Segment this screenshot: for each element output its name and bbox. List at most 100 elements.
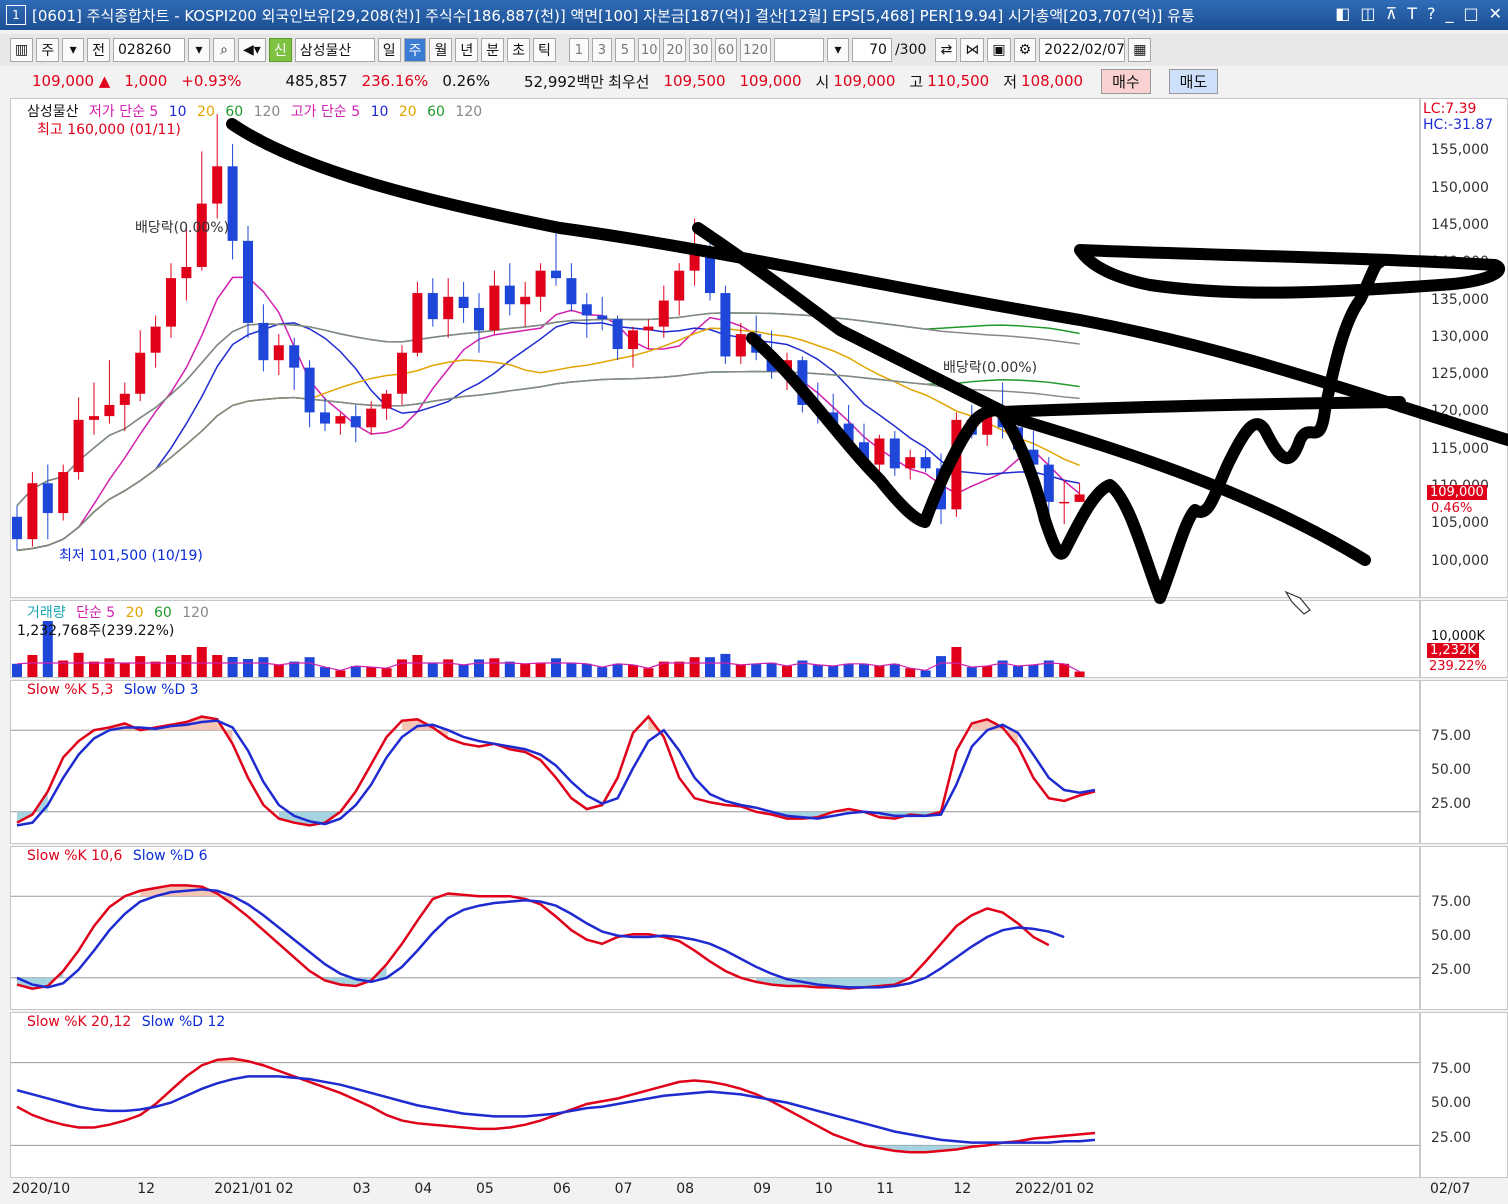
buy-button[interactable]: 매수 bbox=[1101, 68, 1151, 94]
interval-year[interactable]: 년 bbox=[455, 38, 479, 62]
unit-5[interactable]: 5 bbox=[614, 38, 635, 62]
period-dropdown-icon[interactable]: ▾ bbox=[62, 38, 85, 62]
volume-bar bbox=[705, 657, 715, 677]
interval-tick[interactable]: 틱 bbox=[533, 38, 556, 62]
volume-bar bbox=[381, 668, 392, 677]
unit-20[interactable]: 20 bbox=[663, 38, 687, 62]
x-axis-current-date: 02/07 bbox=[1430, 1181, 1471, 1197]
custom-unit-input[interactable] bbox=[773, 38, 824, 62]
interval-month[interactable]: 월 bbox=[429, 38, 453, 62]
volume-bar bbox=[135, 656, 146, 677]
sell-button[interactable]: 매도 bbox=[1168, 68, 1219, 94]
candle-body bbox=[720, 293, 731, 357]
text-icon[interactable]: T bbox=[1407, 4, 1417, 23]
candle-body bbox=[905, 457, 916, 469]
stoch1-k-label: Slow %K 5,3 bbox=[27, 682, 114, 698]
date-input[interactable]: 2022/02/07 bbox=[1039, 38, 1126, 62]
candle-body bbox=[566, 278, 577, 305]
interval-week[interactable]: 주 bbox=[403, 38, 427, 62]
price-legend: 삼성물산 저가 단순 5 10 20 60 120 고가 단순 5 10 20 … bbox=[27, 101, 488, 121]
legend-high-120: 120 bbox=[455, 104, 483, 120]
current-price: 109,000 ▲ bbox=[32, 72, 111, 90]
candle-body bbox=[982, 412, 993, 435]
sound-icon[interactable]: ◀▾ bbox=[238, 38, 266, 62]
x-tick-label: 2020/10 bbox=[12, 1181, 71, 1197]
unit-60[interactable]: 60 bbox=[714, 38, 738, 62]
interval-day[interactable]: 일 bbox=[377, 38, 401, 62]
unit-30[interactable]: 30 bbox=[689, 38, 712, 62]
candle-body bbox=[427, 293, 438, 320]
volume-bar bbox=[720, 653, 731, 677]
help-icon[interactable]: ? bbox=[1427, 4, 1436, 23]
unit-1[interactable]: 1 bbox=[568, 38, 589, 62]
candle-body bbox=[350, 416, 361, 428]
price-panel[interactable]: 삼성물산 저가 단순 5 10 20 60 120 고가 단순 5 10 20 … bbox=[10, 98, 1420, 598]
stoch-tick-label: 50.00 bbox=[1431, 762, 1472, 778]
turnover: 0.26% bbox=[442, 72, 490, 90]
stoch3-legend: Slow %K 20,12 Slow %D 12 bbox=[27, 1014, 231, 1030]
stoch3-d-label: Slow %D 12 bbox=[141, 1014, 226, 1030]
unit-10[interactable]: 10 bbox=[637, 38, 661, 62]
title-bar: 1 [0601] 주식종합차트 - KOSPI200 외국인보유[29,208(… bbox=[0, 0, 1508, 30]
x-tick-label: 12 bbox=[137, 1181, 156, 1197]
candle-body bbox=[828, 412, 839, 424]
close-button[interactable]: ✕ bbox=[1489, 4, 1502, 23]
volume-bar bbox=[427, 662, 438, 677]
candle-body bbox=[966, 419, 977, 435]
stoch1-d-label: Slow %D 3 bbox=[123, 682, 199, 698]
legend-high-10: 10 bbox=[370, 104, 389, 120]
calendar-icon[interactable]: ▦ bbox=[1128, 38, 1152, 62]
candle-body bbox=[320, 412, 330, 424]
volume-bar bbox=[119, 662, 130, 677]
high-ma120-line bbox=[16, 312, 1080, 507]
candle-body bbox=[381, 393, 392, 409]
volume-bar bbox=[273, 664, 284, 677]
search-icon[interactable]: ⌕ bbox=[213, 38, 236, 62]
interval-minute[interactable]: 분 bbox=[481, 38, 505, 62]
legend-low-20: 20 bbox=[197, 104, 215, 120]
volume-bar bbox=[397, 659, 407, 677]
volume-bar bbox=[27, 655, 38, 677]
stoch1-panel[interactable]: Slow %K 5,3 Slow %D 3 bbox=[10, 680, 1420, 844]
volume-bar bbox=[504, 661, 515, 677]
volume-bar bbox=[812, 664, 823, 677]
volume-bar bbox=[535, 662, 546, 677]
unit-120[interactable]: 120 bbox=[740, 38, 771, 62]
candle-body bbox=[489, 285, 500, 331]
gear-icon[interactable]: ⚙ bbox=[1013, 38, 1037, 62]
compare-icon[interactable]: ⇄ bbox=[935, 38, 958, 62]
prev-button[interactable]: 전 bbox=[87, 38, 111, 62]
candle-body bbox=[751, 334, 762, 353]
interval-second[interactable]: 초 bbox=[507, 38, 531, 62]
layout-icon[interactable]: ◧ bbox=[1335, 4, 1350, 23]
stoch-tick-label: 75.00 bbox=[1431, 728, 1472, 744]
count-input[interactable]: 70 bbox=[851, 38, 892, 62]
unit-3[interactable]: 3 bbox=[591, 38, 612, 62]
stoch3-panel[interactable]: Slow %K 20,12 Slow %D 12 bbox=[10, 1012, 1420, 1178]
legend-high-20: 20 bbox=[398, 104, 417, 120]
pin-icon[interactable]: ⊼ bbox=[1385, 4, 1397, 23]
volume-bar bbox=[920, 670, 931, 677]
volume-label: 거래량 bbox=[27, 605, 66, 621]
volume-panel[interactable]: 거래량 단순 5 20 60 120 1,232,768주(239.22%) bbox=[10, 600, 1420, 678]
stoch2-panel[interactable]: Slow %K 10,6 Slow %D 6 bbox=[10, 846, 1420, 1010]
legend-low-60: 60 bbox=[225, 104, 244, 120]
stoch-tick-label: 25.00 bbox=[1431, 962, 1472, 978]
chart-type-icon[interactable]: ▥ bbox=[10, 38, 34, 62]
window-number[interactable]: 1 bbox=[6, 5, 26, 25]
stock-name-field[interactable]: 삼성물산 bbox=[294, 38, 375, 62]
save-icon[interactable]: ▣ bbox=[987, 38, 1011, 62]
code-input[interactable]: 028260 bbox=[113, 38, 186, 62]
unit-dropdown-icon[interactable]: ▾ bbox=[826, 38, 849, 62]
volume-bar bbox=[196, 647, 207, 677]
period-select[interactable]: 주 bbox=[36, 38, 60, 62]
code-dropdown-icon[interactable]: ▾ bbox=[188, 38, 211, 62]
open-label: 시 bbox=[815, 72, 830, 91]
x-tick-label: 03 bbox=[352, 1181, 371, 1197]
candle-body bbox=[58, 472, 69, 514]
volume-bar bbox=[597, 667, 608, 677]
pattern-icon[interactable]: ⋈ bbox=[960, 38, 985, 62]
split-icon[interactable]: ◫ bbox=[1360, 4, 1375, 23]
minimize-button[interactable]: _ bbox=[1445, 4, 1453, 23]
maximize-button[interactable]: □ bbox=[1463, 4, 1478, 23]
